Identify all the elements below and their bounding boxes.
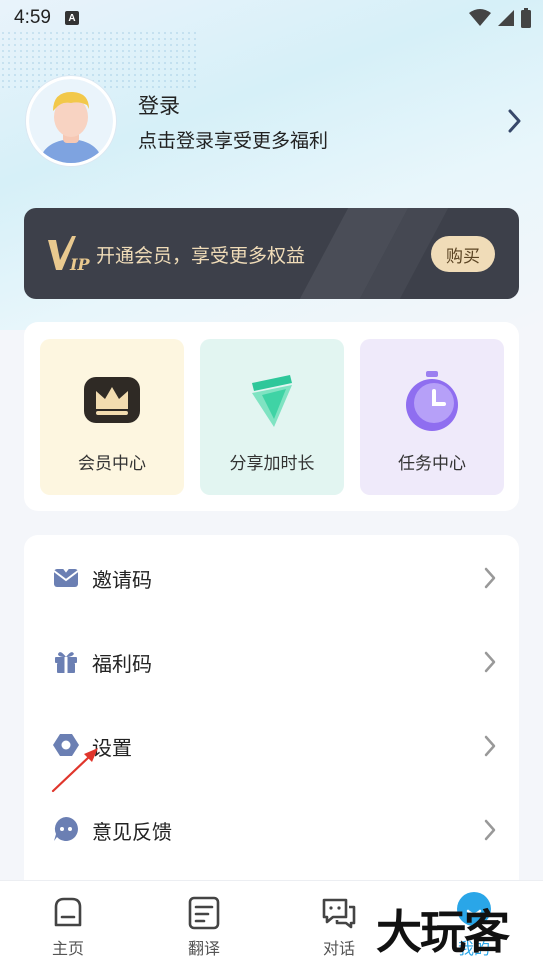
tab-chat[interactable]: 对话	[299, 895, 379, 961]
vip-banner[interactable]: IP 开通会员，享受更多权益 购买	[24, 208, 519, 299]
feedback-icon	[54, 817, 78, 841]
default-avatar-icon	[29, 79, 113, 163]
timer-icon	[406, 371, 458, 431]
feature-label: 分享加时长	[229, 454, 315, 474]
status-icons	[469, 8, 531, 28]
signal-icon	[498, 10, 514, 26]
login-title: 登录	[138, 94, 180, 118]
status-bar: 4:59 A	[0, 0, 543, 36]
chevron-right-icon	[484, 735, 496, 757]
notification-a-icon: A	[64, 11, 79, 25]
chevron-right-icon	[484, 651, 496, 673]
home-icon	[54, 897, 82, 927]
tab-home[interactable]: 主页	[28, 895, 108, 961]
menu-label: 福利码	[92, 652, 152, 676]
avatar[interactable]	[26, 76, 116, 166]
login-profile-row[interactable]: 登录 点击登录享受更多福利	[26, 76, 526, 168]
svg-text:IP: IP	[69, 255, 90, 274]
menu-label: 邀请码	[92, 568, 152, 592]
invite-envelope-icon	[53, 566, 79, 587]
tab-label: 对话	[322, 939, 355, 958]
vip-logo-icon: IP	[48, 236, 90, 274]
buy-button[interactable]: 购买	[431, 236, 495, 272]
watermark-text: 大玩客	[376, 905, 510, 959]
feature-grid: 会员中心 分享加时长 任务中心	[24, 322, 519, 511]
feature-label: 任务中心	[398, 454, 466, 474]
vip-promo-text: 开通会员，享受更多权益	[96, 245, 306, 267]
share-arrow-icon	[252, 375, 292, 427]
tab-label: 翻译	[187, 939, 220, 958]
chat-icon	[322, 898, 356, 929]
status-time: 4:59	[14, 7, 51, 28]
feature-share-time[interactable]: 分享加时长	[200, 339, 344, 495]
gift-icon	[55, 652, 77, 673]
settings-menu: 邀请码 福利码 设置 意见反馈	[24, 535, 519, 895]
chevron-right-icon	[484, 567, 496, 589]
settings-icon	[53, 734, 79, 756]
wifi-icon	[469, 9, 491, 26]
chevron-right-icon	[484, 819, 496, 841]
crown-icon	[84, 377, 140, 423]
feature-task-center[interactable]: 任务中心	[360, 339, 504, 495]
battery-icon	[521, 8, 531, 28]
feature-member-center[interactable]: 会员中心	[40, 339, 184, 495]
menu-label: 设置	[92, 736, 132, 760]
translate-icon	[188, 896, 220, 930]
chevron-right-icon[interactable]	[502, 106, 526, 136]
menu-item-settings[interactable]: 设置	[24, 703, 519, 787]
menu-item-invite-code[interactable]: 邀请码	[24, 535, 519, 619]
menu-label: 意见反馈	[92, 820, 172, 844]
menu-item-feedback[interactable]: 意见反馈	[24, 787, 519, 871]
menu-item-welfare-code[interactable]: 福利码	[24, 619, 519, 703]
feature-label: 会员中心	[78, 454, 146, 474]
login-subtitle: 点击登录享受更多福利	[138, 130, 329, 152]
tab-label: 主页	[51, 939, 84, 958]
tab-translate[interactable]: 翻译	[164, 895, 244, 961]
